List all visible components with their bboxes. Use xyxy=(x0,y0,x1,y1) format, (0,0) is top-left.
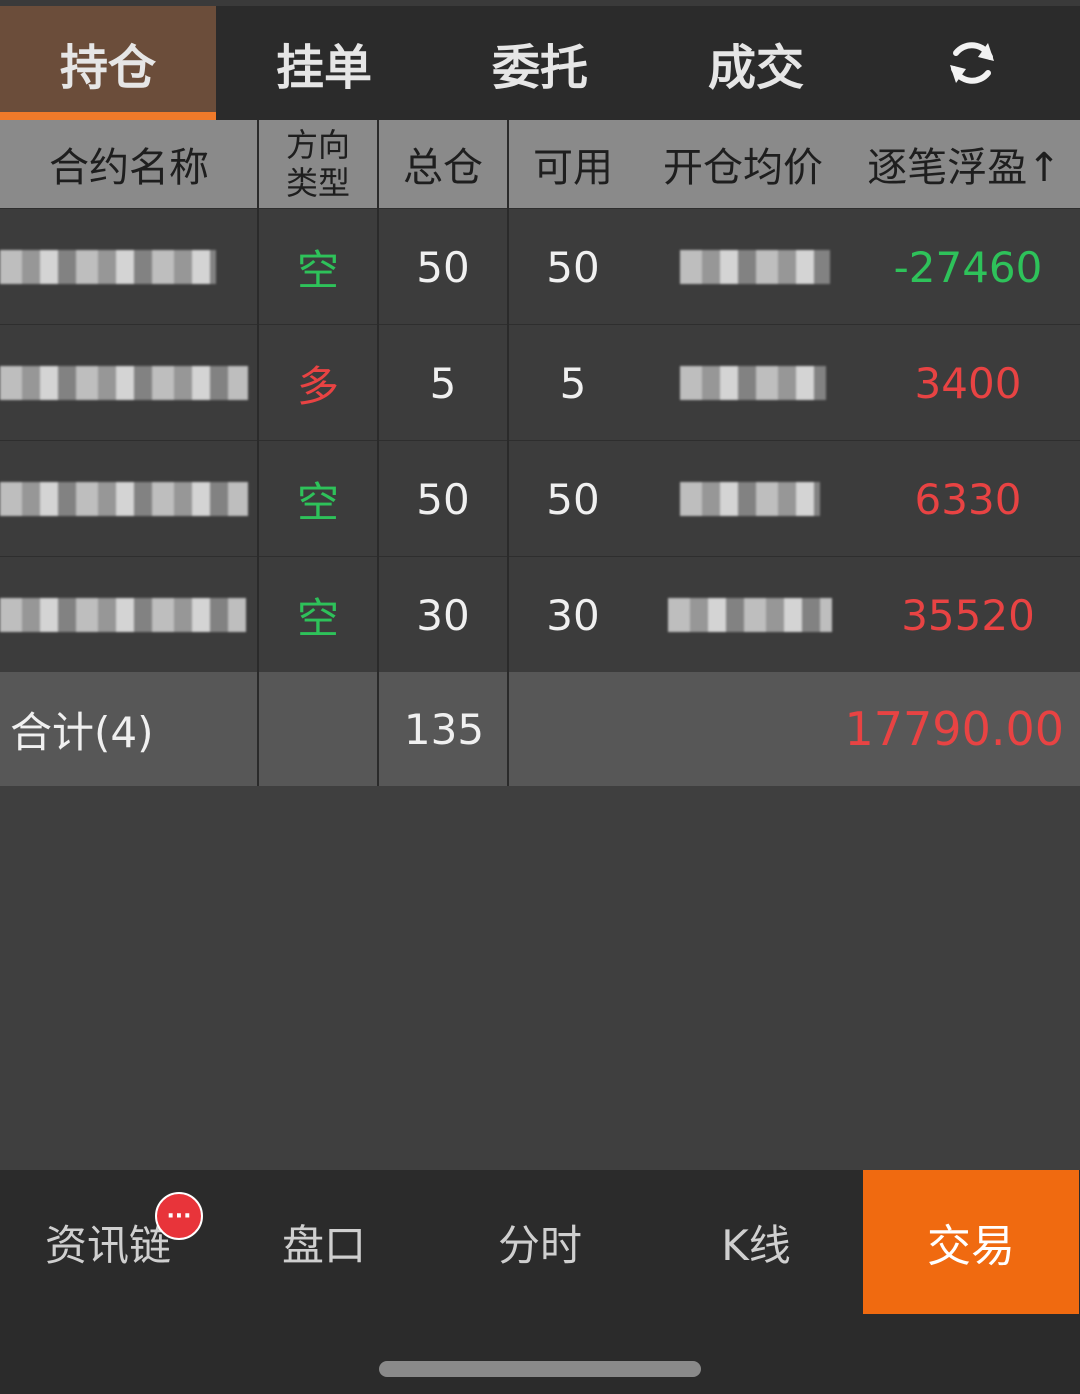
nav-kline[interactable]: K线 xyxy=(648,1170,864,1314)
tab-orders[interactable]: 委托 xyxy=(432,6,648,120)
pnl-cell: 35520 xyxy=(901,590,1035,640)
header-avg-open-price[interactable]: 开仓均价 xyxy=(638,120,848,208)
available-cell: 5 xyxy=(559,358,587,408)
avg-price-blurred xyxy=(680,482,820,516)
direction-cell: 空 xyxy=(296,245,339,295)
nav-trade[interactable]: 交易 xyxy=(863,1170,1079,1314)
contract-name-blurred xyxy=(0,366,248,400)
avg-price-blurred xyxy=(668,598,832,632)
direction-cell: 多 xyxy=(296,361,339,411)
direction-cell: 空 xyxy=(296,477,339,527)
tab-pending-orders[interactable]: 挂单 xyxy=(216,6,432,120)
contract-name-blurred xyxy=(0,598,246,632)
total-cell: 50 xyxy=(416,242,470,292)
nav-order-book[interactable]: 盘口 xyxy=(216,1170,432,1314)
table-row[interactable]: 空 30 30 35520 xyxy=(0,556,1080,673)
available-cell: 30 xyxy=(546,590,600,640)
avg-price-blurred xyxy=(680,250,830,284)
header-total-position[interactable]: 总仓 xyxy=(378,120,508,208)
column-divider xyxy=(507,120,509,786)
nav-news-chain[interactable]: 资讯链 ··· xyxy=(0,1170,216,1314)
total-cell: 5 xyxy=(429,358,457,408)
totals-quantity: 135 xyxy=(403,704,485,754)
pnl-cell: 6330 xyxy=(914,474,1022,524)
header-direction[interactable]: 方向 类型 xyxy=(258,120,378,208)
totals-row: 合计(4) 135 17790.00 xyxy=(0,672,1080,786)
direction-cell: 空 xyxy=(296,593,339,643)
column-divider xyxy=(257,120,259,786)
header-available[interactable]: 可用 xyxy=(508,120,638,208)
total-cell: 30 xyxy=(416,590,470,640)
position-tabs: 持仓 挂单 委托 成交 xyxy=(0,6,1080,120)
header-floating-pnl[interactable]: 逐笔浮盈↑ xyxy=(848,120,1080,208)
available-cell: 50 xyxy=(546,474,600,524)
refresh-button[interactable] xyxy=(864,6,1080,120)
available-cell: 50 xyxy=(546,242,600,292)
total-cell: 50 xyxy=(416,474,470,524)
pnl-cell: 3400 xyxy=(914,358,1022,408)
totals-pnl: 17790.00 xyxy=(844,702,1065,756)
nav-intraday[interactable]: 分时 xyxy=(432,1170,648,1314)
positions-table-header: 合约名称 方向 类型 总仓 可用 开仓均价 逐笔浮盈↑ xyxy=(0,120,1080,208)
table-row[interactable]: 空 50 50 6330 xyxy=(0,440,1080,557)
tab-positions[interactable]: 持仓 xyxy=(0,6,216,120)
refresh-icon xyxy=(950,42,994,84)
avg-price-blurred xyxy=(680,366,826,400)
table-row[interactable]: 多 5 5 3400 xyxy=(0,324,1080,441)
home-indicator[interactable] xyxy=(379,1361,701,1377)
totals-label: 合计(4) xyxy=(10,707,154,757)
column-divider xyxy=(377,120,379,786)
pnl-cell: -27460 xyxy=(893,242,1043,292)
table-row[interactable]: 空 50 50 -27460 xyxy=(0,208,1080,325)
contract-name-blurred xyxy=(0,250,216,284)
contract-name-blurred xyxy=(0,482,248,516)
header-contract-name[interactable]: 合约名称 xyxy=(0,120,258,208)
notification-badge: ··· xyxy=(155,1192,203,1240)
tab-trades[interactable]: 成交 xyxy=(648,6,864,120)
